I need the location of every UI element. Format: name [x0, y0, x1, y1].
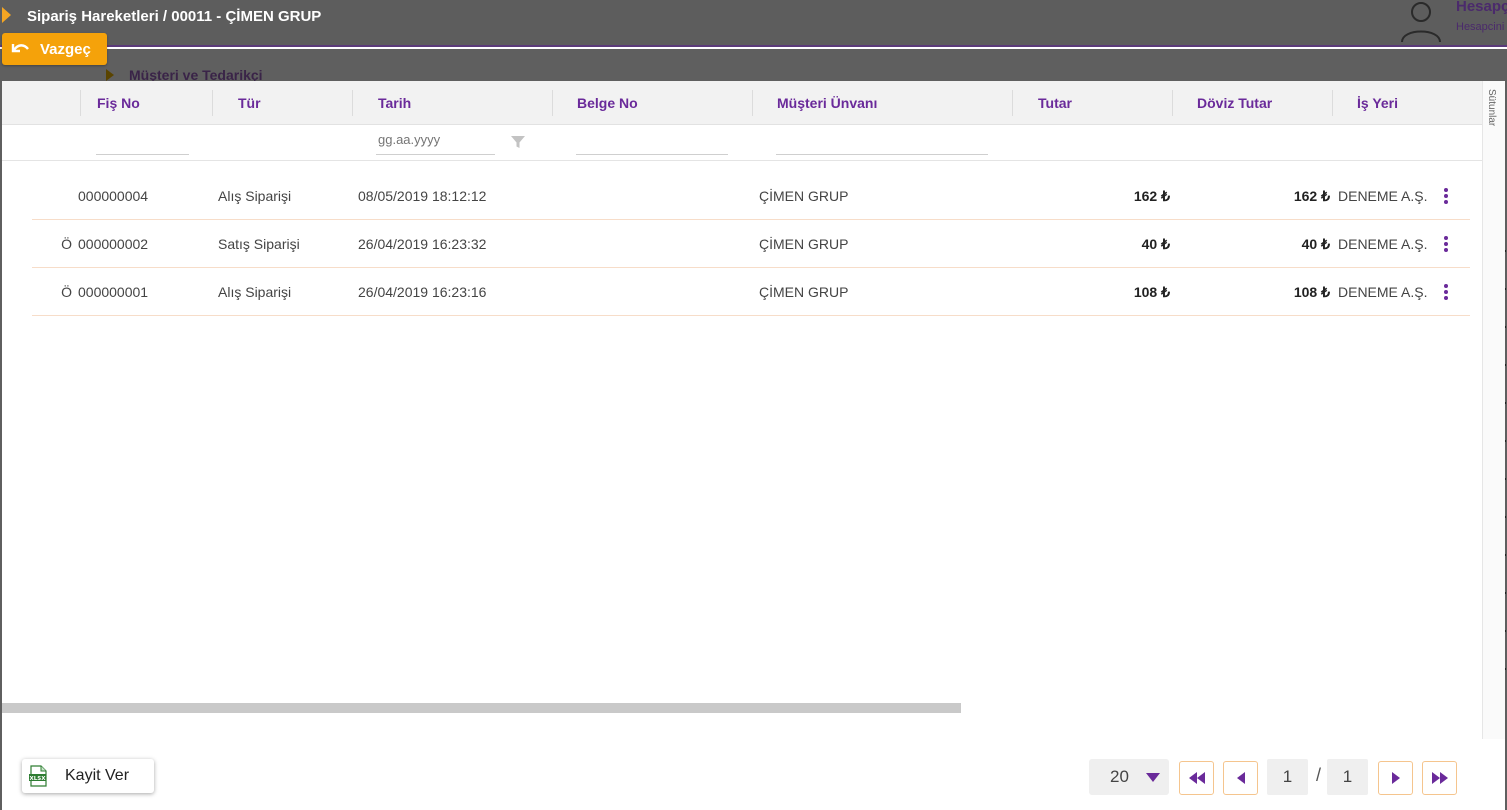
column-separator — [212, 90, 213, 116]
tarih-cell: 08/05/2019 18:12:12 — [358, 188, 487, 204]
is-yeri-cell: DENEME A.Ş. — [1338, 236, 1428, 252]
page-separator: / — [1316, 765, 1322, 785]
tutar-cell: 40 ₺ — [1141, 235, 1170, 252]
horizontal-scrollbar[interactable] — [2, 703, 961, 713]
user-subtitle: Hesapcini — [1456, 21, 1505, 33]
svg-text:XLSX: XLSX — [30, 776, 47, 782]
tutar-cell: 162 ₺ — [1133, 187, 1170, 204]
export-xlsx-button[interactable]: XLSX Kayit Ver — [22, 759, 154, 793]
section-arrow-icon — [106, 69, 114, 81]
tutar-cell: 108 ₺ — [1133, 283, 1170, 300]
fis-no-cell: 000000004 — [78, 188, 149, 204]
cancel-button-label: Vazgeç — [40, 40, 91, 58]
doviz-tutar-cell: 108 ₺ — [1293, 283, 1330, 300]
app-header: Sipariş Hareketleri / 00011 - ÇİMEN GRUP… — [0, 0, 1507, 47]
belge-no-filter-input[interactable] — [576, 125, 728, 155]
row-flag: Ö — [61, 284, 72, 300]
page-size-value: 20 — [1110, 767, 1129, 786]
column-header-tarih[interactable]: Tarih — [378, 81, 411, 125]
columns-side-tab-label: Sütunlar — [1486, 89, 1497, 127]
column-separator — [80, 90, 81, 116]
cancel-button[interactable]: Vazgeç — [2, 33, 107, 65]
current-page-field[interactable]: 1 — [1267, 759, 1308, 795]
column-header-doviz-tutar[interactable]: Döviz Tutar — [1197, 81, 1272, 125]
fis-no-cell: 000000001 — [78, 284, 149, 300]
is-yeri-cell: DENEME A.Ş. — [1338, 188, 1428, 204]
column-header-tutar[interactable]: Tutar — [1038, 81, 1072, 125]
tur-cell: Satış Siparişi — [218, 236, 300, 252]
column-header-fis-no[interactable]: Fiş No — [97, 81, 140, 125]
table-row[interactable]: Ö 000000002 Satış Siparişi 26/04/2019 16… — [32, 220, 1470, 268]
chevron-left-icon — [1236, 772, 1245, 784]
musteri-filter-input[interactable] — [776, 125, 988, 155]
fis-no-filter-input[interactable] — [96, 125, 189, 155]
date-filter-input[interactable] — [376, 125, 495, 155]
column-separator — [1012, 90, 1013, 116]
column-separator — [1332, 90, 1333, 116]
chevron-right-icon — [1391, 772, 1400, 784]
next-page-button[interactable] — [1378, 761, 1413, 795]
column-separator — [552, 90, 553, 116]
column-separator — [1172, 90, 1173, 116]
first-page-button[interactable] — [1179, 761, 1214, 795]
filter-icon[interactable] — [510, 134, 526, 150]
musteri-cell: ÇİMEN GRUP — [759, 284, 849, 300]
column-header-tur[interactable]: Tür — [238, 81, 261, 125]
column-header-musteri-unvani[interactable]: Müşteri Ünvanı — [777, 81, 877, 125]
page-size-select[interactable]: 20 — [1089, 759, 1169, 795]
musteri-cell: ÇİMEN GRUP — [759, 236, 849, 252]
user-name[interactable]: Hesapçı — [1456, 0, 1507, 15]
column-header-belge-no[interactable]: Belge No — [577, 81, 638, 125]
row-menu-icon[interactable] — [1442, 188, 1450, 206]
menu-toggle-icon[interactable] — [2, 7, 11, 23]
column-header-is-yeri[interactable]: İş Yeri — [1357, 81, 1398, 125]
previous-page-button[interactable] — [1223, 761, 1258, 795]
double-chevron-right-icon — [1431, 772, 1448, 784]
table-row[interactable]: 000000004 Alış Siparişi 08/05/2019 18:12… — [32, 172, 1470, 220]
musteri-cell: ÇİMEN GRUP — [759, 188, 849, 204]
row-menu-icon[interactable] — [1442, 236, 1450, 254]
fis-no-cell: 000000002 — [78, 236, 149, 252]
column-separator — [352, 90, 353, 116]
xlsx-file-icon: XLSX — [29, 765, 47, 787]
is-yeri-cell: DENEME A.Ş. — [1338, 284, 1428, 300]
order-movements-modal: Fiş No Tür Tarih Belge No Müşteri Ünvanı… — [2, 81, 1505, 810]
last-page-button[interactable] — [1422, 761, 1457, 795]
undo-arrow-icon — [11, 44, 29, 53]
row-menu-icon[interactable] — [1442, 284, 1450, 302]
table-row[interactable]: Ö 000000001 Alış Siparişi 26/04/2019 16:… — [32, 268, 1470, 316]
tarih-cell: 26/04/2019 16:23:32 — [358, 236, 487, 252]
double-chevron-left-icon — [1188, 772, 1205, 784]
export-button-label: Kayit Ver — [65, 767, 130, 784]
user-avatar-icon[interactable] — [1398, 0, 1444, 42]
filter-row — [2, 125, 1482, 161]
total-pages: 1 — [1327, 759, 1368, 795]
row-flag: Ö — [61, 236, 72, 252]
tur-cell: Alış Siparişi — [218, 284, 292, 300]
row-flag — [32, 172, 72, 220]
columns-side-tab[interactable]: Sütunlar — [1482, 81, 1505, 739]
tarih-cell: 26/04/2019 16:23:16 — [358, 284, 487, 300]
dropdown-caret-icon — [1146, 773, 1160, 782]
tur-cell: Alış Siparişi — [218, 188, 292, 204]
page-title: Sipariş Hareketleri / 00011 - ÇİMEN GRUP — [27, 8, 322, 25]
doviz-tutar-cell: 40 ₺ — [1301, 235, 1330, 252]
table-header: Fiş No Tür Tarih Belge No Müşteri Ünvanı… — [2, 81, 1482, 125]
doviz-tutar-cell: 162 ₺ — [1293, 187, 1330, 204]
column-separator — [752, 90, 753, 116]
